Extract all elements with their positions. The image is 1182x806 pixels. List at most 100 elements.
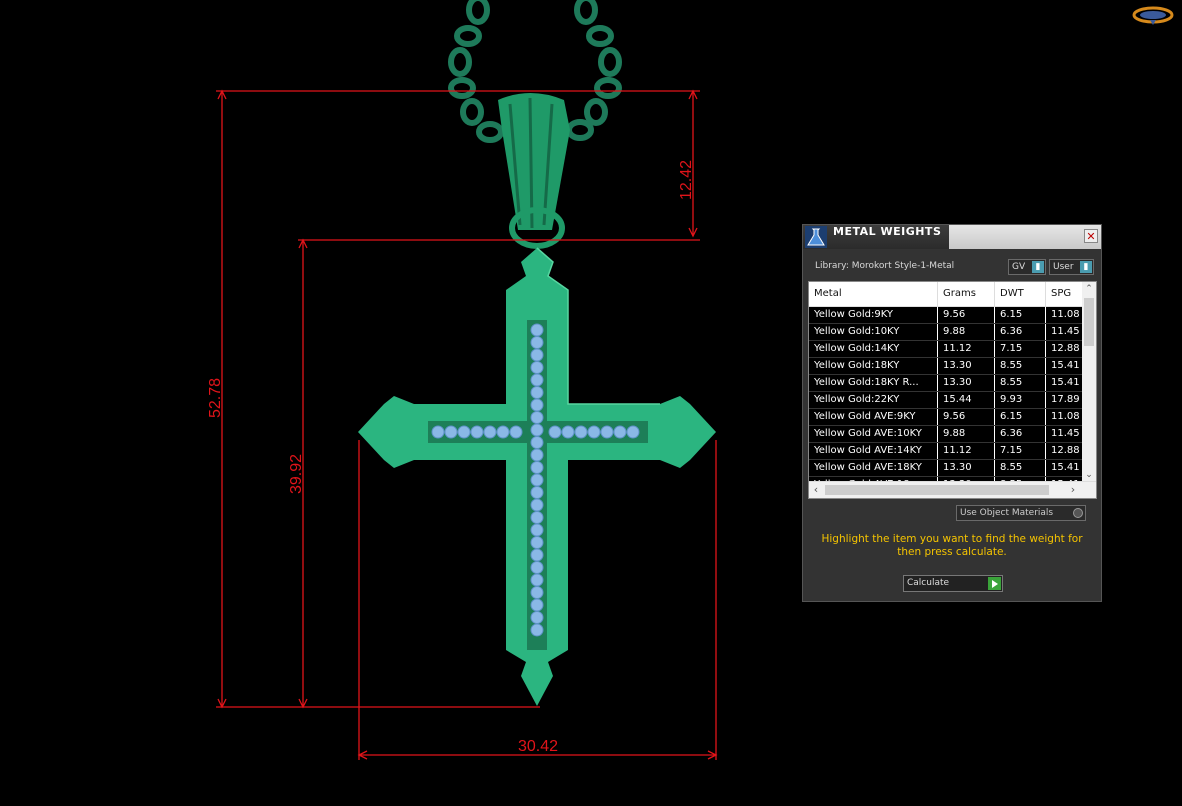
gemstone xyxy=(530,486,544,499)
column-header-spg[interactable]: SPG xyxy=(1046,282,1083,306)
close-button[interactable]: ✕ xyxy=(1084,229,1098,243)
gemstone xyxy=(530,623,544,637)
gemstone xyxy=(530,323,544,337)
metal-cell: Yellow Gold AVE:10KY xyxy=(809,426,938,442)
gv-toggle[interactable]: GV ▮ xyxy=(1008,259,1046,275)
gemstone xyxy=(530,473,544,487)
table-row[interactable]: Yellow Gold AVE:18KY 13.30 8.55 15.41 xyxy=(809,460,1083,477)
gemstone xyxy=(530,511,544,524)
scroll-left-icon[interactable]: ‹ xyxy=(809,482,823,498)
play-arrow-icon xyxy=(988,577,1001,590)
dwt-cell: 8.55 xyxy=(995,460,1046,476)
column-header-dwt[interactable]: DWT xyxy=(995,282,1046,306)
vertical-scrollbar[interactable]: ⌃ ⌄ xyxy=(1082,282,1096,482)
radio-icon[interactable] xyxy=(1073,508,1083,518)
table-row[interactable]: Yellow Gold AVE:9KY 9.56 6.15 11.08 xyxy=(809,409,1083,426)
gemstone xyxy=(530,573,544,587)
spg-cell: 15.41 xyxy=(1051,360,1080,371)
gemstone xyxy=(530,398,544,412)
table-body: Yellow Gold:9KY 9.56 6.15 11.08 Yellow Gold:… xyxy=(809,307,1083,494)
use-object-materials-option[interactable]: Use Object Materials xyxy=(956,505,1086,521)
scroll-down-icon[interactable]: ⌄ xyxy=(1082,468,1096,482)
gemstone xyxy=(530,373,544,387)
grams-cell: 11.12 xyxy=(938,341,995,357)
grams-cell: 13.30 xyxy=(938,375,995,391)
grams-cell: 9.56 xyxy=(938,307,995,323)
user-toggle[interactable]: User ▮ xyxy=(1049,259,1094,275)
calculate-button[interactable]: Calculate xyxy=(903,575,1003,592)
grams-cell: 15.44 xyxy=(938,392,995,408)
brand-logo-icon xyxy=(1132,6,1174,25)
grams-cell: 13.30 xyxy=(938,358,995,374)
table-header: Metal Grams DWT SPG xyxy=(809,282,1083,307)
gemstone xyxy=(431,425,445,439)
gemstone xyxy=(496,425,510,439)
dwt-cell: 7.15 xyxy=(995,341,1046,357)
metal-weights-panel: METAL WEIGHTS ✕ Library: Morokort Style-… xyxy=(802,224,1102,602)
dimension-label-bail-height: 12.42 xyxy=(678,160,695,200)
metal-cell: Yellow Gold:9KY xyxy=(809,307,938,323)
metal-cell: Yellow Gold:22KY xyxy=(809,392,938,408)
dwt-cell: 6.36 xyxy=(995,426,1046,442)
dimension-label-cross-height: 39.92 xyxy=(288,454,305,494)
flask-icon xyxy=(805,226,827,248)
gemstone xyxy=(530,361,544,374)
calculate-label: Calculate xyxy=(907,578,950,588)
gemstone xyxy=(530,561,544,574)
gemstone xyxy=(530,498,544,512)
gemstone xyxy=(444,425,458,439)
metal-table[interactable]: Metal Grams DWT SPG Yellow Gold:9KY 9.56 6… xyxy=(808,281,1097,499)
scroll-up-icon[interactable]: ⌃ xyxy=(1082,282,1096,296)
gemstone xyxy=(530,448,544,462)
table-row[interactable]: Yellow Gold:18KY 13.30 8.55 15.41 xyxy=(809,358,1083,375)
gemstone xyxy=(561,425,575,439)
library-label: Library: Morokort Style-1-Metal xyxy=(815,261,955,271)
grams-cell: 11.12 xyxy=(938,443,995,459)
metal-cell: Yellow Gold AVE:18KY xyxy=(809,460,938,476)
gemstone xyxy=(530,411,544,424)
toggle-knob-icon: ▮ xyxy=(1032,261,1044,273)
scrollbar-thumb[interactable] xyxy=(1084,298,1094,346)
gemstone xyxy=(530,386,544,399)
metal-cell: Yellow Gold AVE:9KY xyxy=(809,409,938,425)
horizontal-scrollbar[interactable]: ‹ › xyxy=(809,481,1096,498)
dwt-cell: 8.55 xyxy=(995,358,1046,374)
user-toggle-label: User xyxy=(1053,262,1074,272)
column-header-grams[interactable]: Grams xyxy=(938,282,995,306)
gemstone xyxy=(470,425,484,439)
spg-cell: 12.88 xyxy=(1051,445,1080,456)
table-row[interactable]: Yellow Gold:10KY 9.88 6.36 11.45 xyxy=(809,324,1083,341)
gemstone xyxy=(600,425,614,439)
spg-cell: 11.08 xyxy=(1051,411,1080,422)
grams-cell: 9.88 xyxy=(938,426,995,442)
spg-cell: 17.89 xyxy=(1051,394,1080,405)
close-icon: ✕ xyxy=(1086,230,1096,243)
spg-cell: 12.88 xyxy=(1051,343,1080,354)
gemstone xyxy=(548,425,562,439)
scroll-right-icon[interactable]: › xyxy=(1066,482,1080,498)
dwt-cell: 6.15 xyxy=(995,409,1046,425)
table-row[interactable]: Yellow Gold:9KY 9.56 6.15 11.08 xyxy=(809,307,1083,324)
gemstone xyxy=(587,425,601,439)
table-row[interactable]: Yellow Gold:22KY 15.44 9.93 17.89 xyxy=(809,392,1083,409)
grams-cell: 13.30 xyxy=(938,460,995,476)
table-row[interactable]: Yellow Gold:18KY R... 13.30 8.55 15.41 xyxy=(809,375,1083,392)
scrollbar-thumb[interactable] xyxy=(825,485,1049,495)
column-header-metal[interactable]: Metal xyxy=(809,282,938,306)
gemstone xyxy=(530,423,544,437)
dimension-label-total-height: 52.78 xyxy=(207,378,224,418)
dimension-label-cross-width: 30.42 xyxy=(518,738,558,755)
instruction-text: Highlight the item you want to find the … xyxy=(821,533,1083,558)
metal-cell: Yellow Gold:14KY xyxy=(809,341,938,357)
gemstone xyxy=(574,425,588,439)
table-row[interactable]: Yellow Gold:14KY 11.12 7.15 12.88 xyxy=(809,341,1083,358)
table-row[interactable]: Yellow Gold AVE:10KY 9.88 6.36 11.45 xyxy=(809,426,1083,443)
gemstone xyxy=(626,425,640,439)
dwt-cell: 6.15 xyxy=(995,307,1046,323)
spg-cell: 15.41 xyxy=(1051,377,1080,388)
table-row[interactable]: Yellow Gold AVE:14KY 11.12 7.15 12.88 xyxy=(809,443,1083,460)
dwt-cell: 9.93 xyxy=(995,392,1046,408)
metal-cell: Yellow Gold:18KY xyxy=(809,358,938,374)
panel-titlebar[interactable]: METAL WEIGHTS ✕ xyxy=(803,225,1101,249)
dwt-cell: 6.36 xyxy=(995,324,1046,340)
